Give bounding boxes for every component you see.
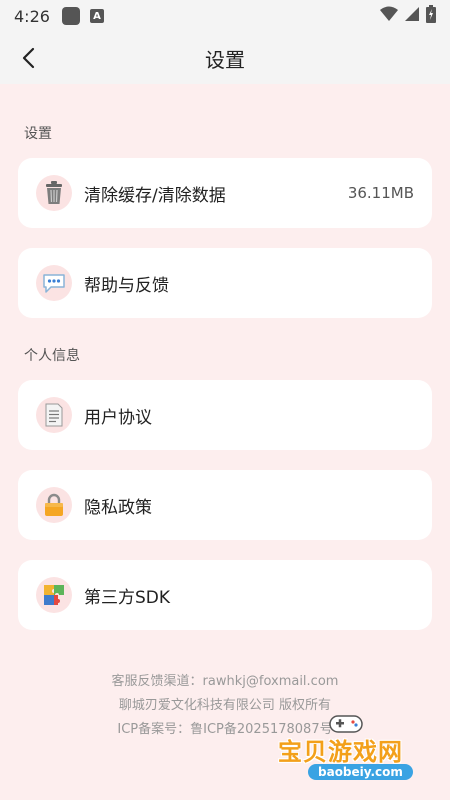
clear-cache-label: 清除缓存/清除数据 <box>84 185 226 206</box>
footer-contact: 客服反馈渠道：rawhkj@foxmail.com <box>111 674 339 689</box>
watermark-url: baobeiy.com <box>308 764 413 780</box>
nav-bar: 设置 <box>0 32 450 84</box>
chevron-left-icon <box>22 47 35 69</box>
puzzle-icon <box>36 577 72 613</box>
page-title: 设置 <box>205 47 245 72</box>
help-feedback-item[interactable]: 帮助与反馈 <box>18 248 432 318</box>
notification-icon <box>61 7 80 25</box>
lock-icon <box>36 487 72 523</box>
status-time: 4:26 <box>14 6 50 26</box>
back-button[interactable] <box>12 42 44 74</box>
clear-cache-item[interactable]: 清除缓存/清除数据 36.11MB <box>18 158 432 228</box>
footer-copyright: 聊城刃爱文化科技有限公司 版权所有 <box>118 698 332 713</box>
trash-icon <box>36 175 72 211</box>
privacy-policy-item[interactable]: 隐私政策 <box>18 470 432 540</box>
watermark-text: 宝贝游戏网 <box>278 738 403 766</box>
third-party-sdk-item[interactable]: 第三方SDK <box>18 560 432 630</box>
wifi-icon <box>380 6 398 26</box>
privacy-policy-label: 隐私政策 <box>84 497 152 518</box>
document-icon <box>36 397 72 433</box>
user-agreement-item[interactable]: 用户协议 <box>18 380 432 450</box>
signal-icon <box>404 6 420 26</box>
footer-icp[interactable]: ICP备案号：鲁ICP备2025178087号 <box>0 718 450 737</box>
battery-icon <box>426 5 436 27</box>
user-agreement-label: 用户协议 <box>84 407 152 428</box>
speech-bubble-icon <box>36 265 72 301</box>
third-party-sdk-label: 第三方SDK <box>84 587 171 608</box>
help-feedback-label: 帮助与反馈 <box>84 275 169 296</box>
status-bar: 4:26 A <box>0 0 450 32</box>
app-notification-icon: A <box>89 9 104 23</box>
section-label-settings: 设置 <box>24 126 52 142</box>
cache-size-value: 36.11MB <box>347 184 414 202</box>
section-label-personal: 个人信息 <box>24 348 80 364</box>
